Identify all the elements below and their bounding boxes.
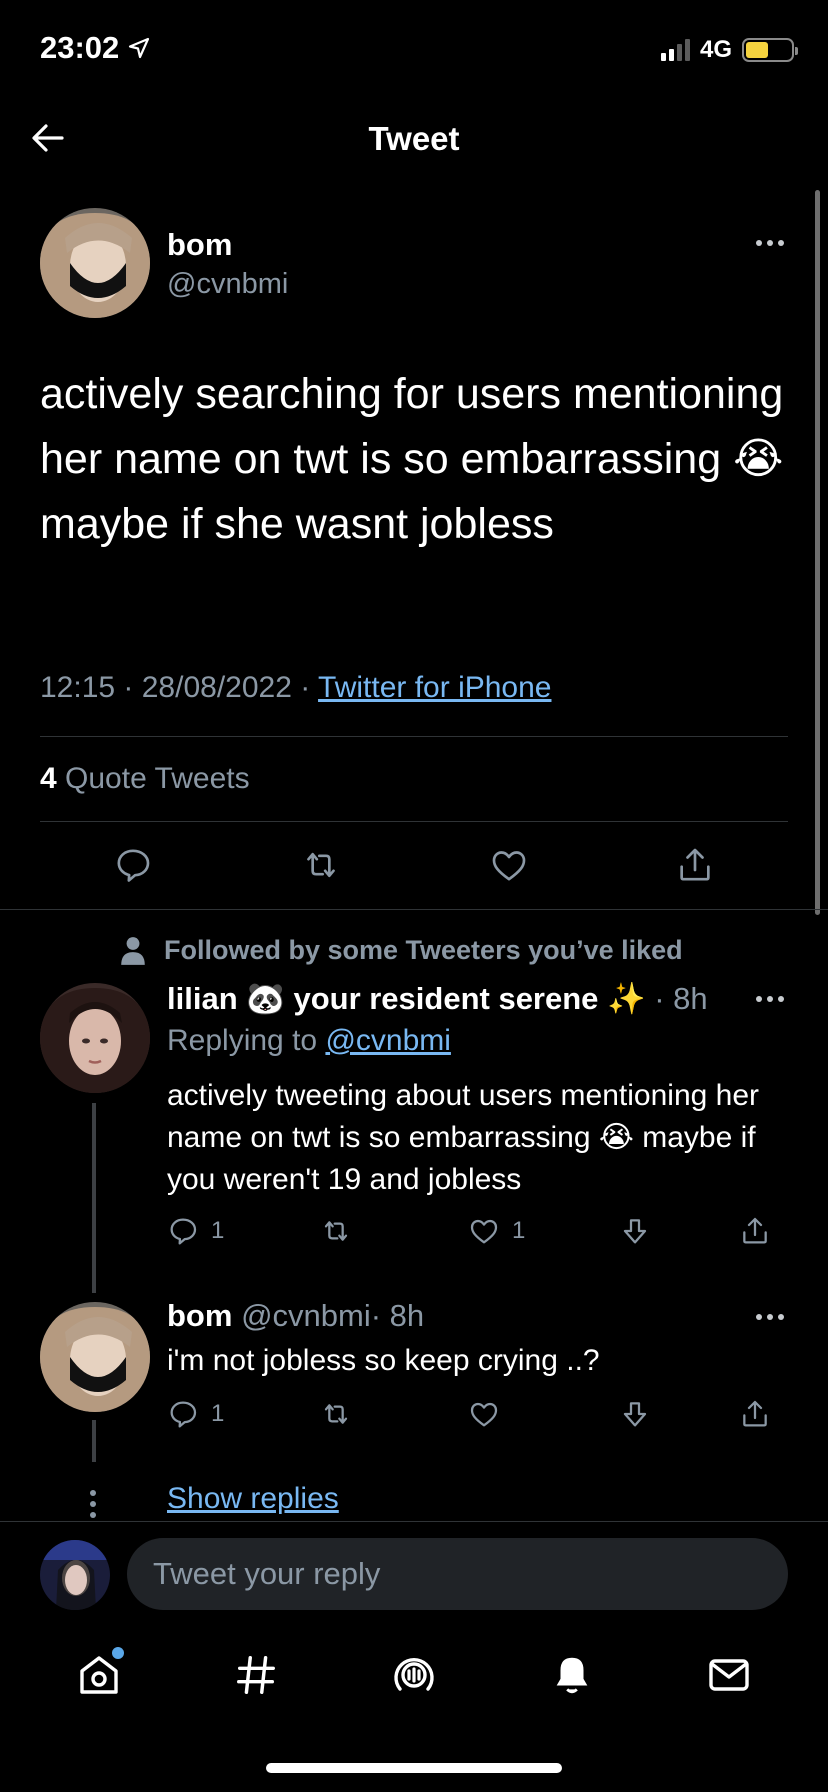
retweet-icon bbox=[324, 1404, 347, 1424]
quote-count: 4 bbox=[40, 762, 57, 795]
downvote-button[interactable] bbox=[619, 1215, 659, 1247]
author-name[interactable]: bom bbox=[167, 227, 232, 263]
tweet-date: 28/08/2022 bbox=[141, 671, 292, 704]
downvote-arrow-icon bbox=[623, 1402, 646, 1427]
notification-dot bbox=[111, 1647, 124, 1659]
social-context: Followed by some Tweeters you’ve liked bbox=[120, 935, 683, 966]
social-context-text: Followed by some Tweeters you’ve liked bbox=[164, 935, 683, 965]
network-type: 4G bbox=[699, 36, 732, 63]
reply-actions: 1 bbox=[167, 1398, 779, 1430]
scrollbar[interactable] bbox=[815, 190, 820, 915]
share-icon bbox=[743, 1400, 767, 1427]
reply-icon bbox=[170, 1218, 197, 1245]
retweet-icon bbox=[324, 1221, 347, 1241]
status-bar-indicators: 4G bbox=[660, 36, 798, 64]
tweet-text: actively searching for users mentioning … bbox=[40, 370, 784, 548]
reply-actions: 1 1 bbox=[167, 1215, 779, 1247]
replying-label: Replying to bbox=[167, 1024, 318, 1057]
home-indicator bbox=[266, 1763, 562, 1773]
share-icon[interactable] bbox=[675, 845, 715, 885]
downvote-arrow-icon bbox=[623, 1219, 646, 1244]
messages-mail-icon bbox=[709, 1659, 749, 1691]
bottom-tab-bar bbox=[0, 1645, 828, 1705]
page-title: Tweet bbox=[368, 120, 460, 157]
cellular-signal-icon bbox=[660, 39, 690, 61]
reply-author-avatar[interactable] bbox=[40, 983, 150, 1093]
reply-count: 1 bbox=[211, 1217, 225, 1244]
reply-count: 1 bbox=[211, 1400, 225, 1427]
share-button[interactable] bbox=[739, 1398, 779, 1430]
current-user-avatar[interactable] bbox=[40, 1540, 110, 1610]
downvote-button[interactable] bbox=[619, 1398, 659, 1430]
divider bbox=[40, 821, 788, 822]
retweet-button[interactable] bbox=[318, 1215, 388, 1247]
reply-time: · 8h bbox=[654, 981, 708, 1016]
reply-text: actively tweeting about users mentioning… bbox=[167, 1079, 760, 1196]
reply-more-options-icon[interactable] bbox=[756, 1314, 784, 1320]
home-tab[interactable] bbox=[64, 1645, 134, 1705]
more-replies-dots-icon bbox=[90, 1490, 96, 1518]
notifications-tab[interactable] bbox=[537, 1645, 607, 1705]
meta-separator: · bbox=[123, 671, 142, 704]
tweet-actions bbox=[40, 845, 788, 885]
person-icon bbox=[121, 936, 145, 965]
status-time-text: 23:02 bbox=[40, 30, 120, 65]
retweet-icon[interactable] bbox=[299, 845, 343, 885]
quote-label: Quote Tweets bbox=[65, 762, 250, 795]
tweet-metadata: 12:15 · 28/08/2022 · Twitter for iPhone bbox=[40, 671, 551, 705]
tweet-source-link[interactable]: Twitter for iPhone bbox=[318, 671, 551, 704]
reply-more-options-icon[interactable] bbox=[756, 996, 784, 1002]
author-handle[interactable]: @cvnbmi bbox=[167, 268, 288, 301]
quote-tweets-link[interactable]: 4 Quote Tweets bbox=[40, 762, 250, 796]
more-options-icon[interactable] bbox=[756, 240, 784, 246]
retweet-button[interactable] bbox=[318, 1398, 388, 1430]
replying-to-handle-link[interactable]: @cvnbmi bbox=[325, 1024, 450, 1057]
reply-author-avatar[interactable] bbox=[40, 1302, 150, 1412]
explore-tab[interactable] bbox=[221, 1645, 291, 1705]
share-icon bbox=[743, 1217, 767, 1244]
author-avatar[interactable] bbox=[40, 208, 150, 318]
reply-author-name[interactable]: bom @cvnbmi· 8h bbox=[167, 1298, 424, 1334]
share-button[interactable] bbox=[739, 1215, 779, 1247]
reply-author-name[interactable]: lilian 🐼 your resident serene ✨ · 8h bbox=[167, 980, 708, 1017]
reply-button[interactable]: 1 bbox=[167, 1215, 237, 1247]
like-count: 1 bbox=[512, 1217, 526, 1244]
messages-tab[interactable] bbox=[694, 1645, 764, 1705]
section-divider bbox=[0, 909, 828, 910]
reply-text: i'm not jobless so keep crying ..? bbox=[167, 1344, 600, 1377]
like-button[interactable] bbox=[468, 1398, 538, 1430]
reply-composer-input[interactable] bbox=[127, 1538, 788, 1610]
composer-divider bbox=[0, 1521, 828, 1522]
tweet-time: 12:15 bbox=[40, 671, 116, 704]
like-button[interactable]: 1 bbox=[468, 1215, 538, 1247]
thread-line bbox=[92, 1420, 96, 1462]
like-heart-icon bbox=[470, 1219, 498, 1244]
battery-icon bbox=[742, 38, 798, 62]
reply-button[interactable]: 1 bbox=[167, 1398, 237, 1430]
divider bbox=[40, 736, 788, 737]
explore-hashtag-icon bbox=[237, 1656, 276, 1694]
like-heart-icon bbox=[470, 1402, 498, 1427]
spaces-tab[interactable] bbox=[379, 1645, 449, 1705]
meta-separator: · bbox=[300, 671, 319, 704]
status-bar-time: 23:02 bbox=[40, 30, 151, 66]
reply-icon[interactable] bbox=[113, 845, 153, 885]
spaces-icon bbox=[394, 1658, 434, 1691]
reply-author-display-name: lilian 🐼 your resident serene ✨ bbox=[167, 981, 646, 1016]
reply-author-handle: @cvnbmi bbox=[241, 1298, 371, 1333]
like-heart-icon[interactable] bbox=[489, 845, 529, 885]
notifications-bell-icon bbox=[556, 1657, 587, 1694]
thread-line bbox=[92, 1103, 96, 1293]
replying-to: Replying to @cvnbmi bbox=[167, 1024, 451, 1058]
reply-author-display-name: bom bbox=[167, 1298, 233, 1333]
reply-time: · 8h bbox=[370, 1298, 425, 1333]
location-arrow-icon bbox=[129, 37, 150, 59]
reply-icon bbox=[170, 1401, 197, 1428]
show-replies-link[interactable]: Show replies bbox=[167, 1482, 339, 1516]
